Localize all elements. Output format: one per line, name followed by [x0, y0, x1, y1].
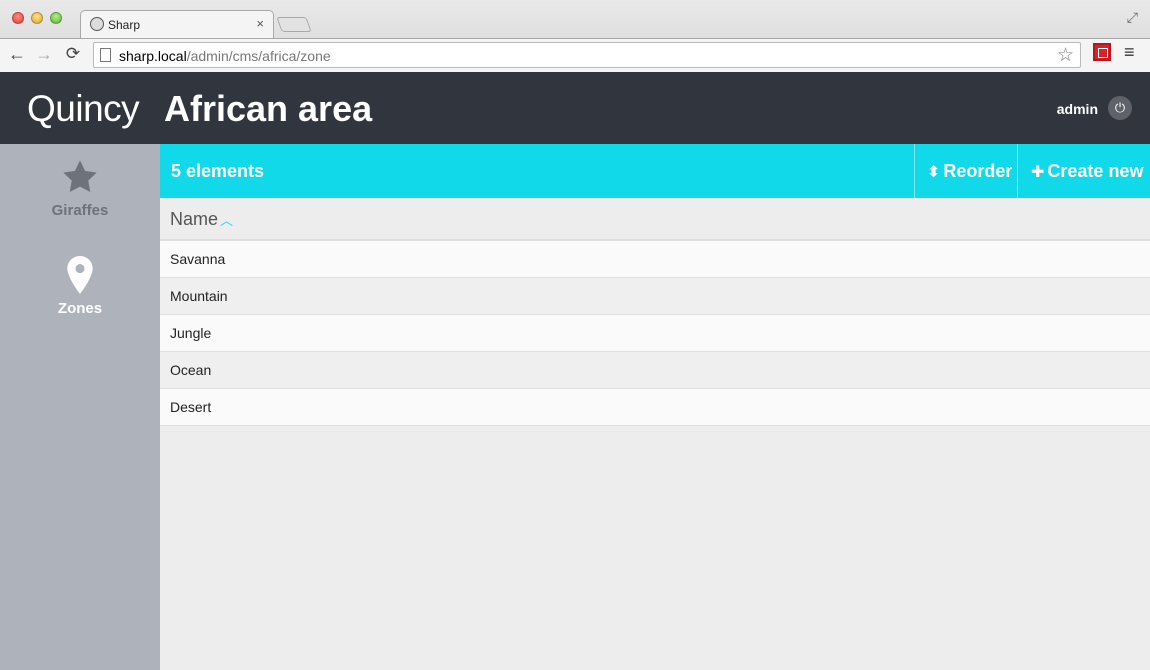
- create-label: Create new: [1047, 161, 1144, 181]
- back-icon[interactable]: ←: [6, 44, 28, 65]
- browser-tab[interactable]: Sharp ×: [80, 10, 274, 38]
- page-title: African area: [164, 88, 373, 129]
- list-item[interactable]: Ocean: [160, 352, 1150, 389]
- bookmark-star-icon[interactable]: ☆: [1057, 44, 1074, 67]
- user-name: admin: [1056, 101, 1098, 117]
- page-icon: [100, 48, 111, 62]
- sidebar-item-zones[interactable]: Zones: [0, 256, 160, 342]
- main-content: 5 elements ⬍ Reorder ✚ Create new Name ︿ Sa…: [160, 144, 1150, 670]
- extension-icon[interactable]: [1093, 43, 1111, 61]
- sidebar-item-giraffes[interactable]: Giraffes: [0, 158, 160, 244]
- url-host: sharp.local: [119, 48, 187, 64]
- list-item[interactable]: Desert: [160, 389, 1150, 426]
- map-marker-icon: [67, 256, 93, 294]
- row-name: Ocean: [170, 362, 212, 378]
- reorder-button[interactable]: ⬍ Reorder: [914, 144, 1017, 198]
- sidebar-item-label: Zones: [57, 300, 103, 317]
- list-item[interactable]: Savanna: [160, 241, 1150, 278]
- globe-icon: [90, 17, 104, 31]
- row-name: Mountain: [170, 288, 228, 304]
- address-bar[interactable]: sharp.local/admin/cms/africa/zone ☆: [93, 42, 1081, 68]
- close-window-button[interactable]: [12, 12, 24, 24]
- forward-icon[interactable]: →: [33, 44, 55, 65]
- window-controls: [12, 12, 62, 24]
- chevron-up-icon: ︿: [220, 213, 234, 228]
- action-bar: 5 elements ⬍ Reorder ✚ Create new: [160, 144, 1150, 198]
- menu-icon[interactable]: ≡: [1124, 42, 1135, 63]
- brand-logo[interactable]: Quincy: [27, 88, 140, 130]
- browser-toolbar: ← → ⟳ sharp.local/admin/cms/africa/zone …: [0, 38, 1150, 72]
- browser-chrome: Sharp × ⤢ ← → ⟳ sharp.local/admin/cms/af…: [0, 0, 1150, 72]
- row-name: Savanna: [170, 251, 226, 267]
- sidebar-item-label: Giraffes: [51, 202, 109, 219]
- column-header-name[interactable]: Name ︿: [170, 209, 233, 230]
- tab-title: Sharp: [108, 18, 141, 32]
- power-icon[interactable]: ⏻: [1108, 96, 1132, 120]
- column-label: Name: [170, 209, 219, 229]
- app-header: Quincy African area admin ⏻: [0, 72, 1150, 144]
- list-item[interactable]: Jungle: [160, 315, 1150, 352]
- reload-icon[interactable]: ⟳: [62, 44, 84, 64]
- minimize-window-button[interactable]: [31, 12, 43, 24]
- element-count: 5 elements: [171, 161, 265, 181]
- zoom-window-button[interactable]: [50, 12, 62, 24]
- tab-close-icon[interactable]: ×: [256, 16, 264, 31]
- fullscreen-icon[interactable]: ⤢: [1127, 9, 1138, 26]
- plus-icon: ✚: [1031, 164, 1045, 181]
- new-tab-button[interactable]: [276, 17, 312, 32]
- list-rows: Savanna Mountain Jungle Ocean Desert: [160, 241, 1150, 426]
- reorder-label: Reorder: [943, 161, 1013, 181]
- list-item[interactable]: Mountain: [160, 278, 1150, 315]
- url-text: sharp.local/admin/cms/africa/zone: [119, 48, 331, 64]
- sort-arrows-icon: ⬍: [927, 164, 941, 181]
- url-path: /admin/cms/africa/zone: [186, 48, 331, 64]
- sidebar: Giraffes Zones: [0, 144, 160, 670]
- list-header: Name ︿: [160, 198, 1150, 241]
- row-name: Desert: [170, 399, 212, 415]
- create-new-button[interactable]: ✚ Create new: [1017, 144, 1150, 198]
- row-name: Jungle: [170, 325, 212, 341]
- star-icon: [63, 160, 97, 193]
